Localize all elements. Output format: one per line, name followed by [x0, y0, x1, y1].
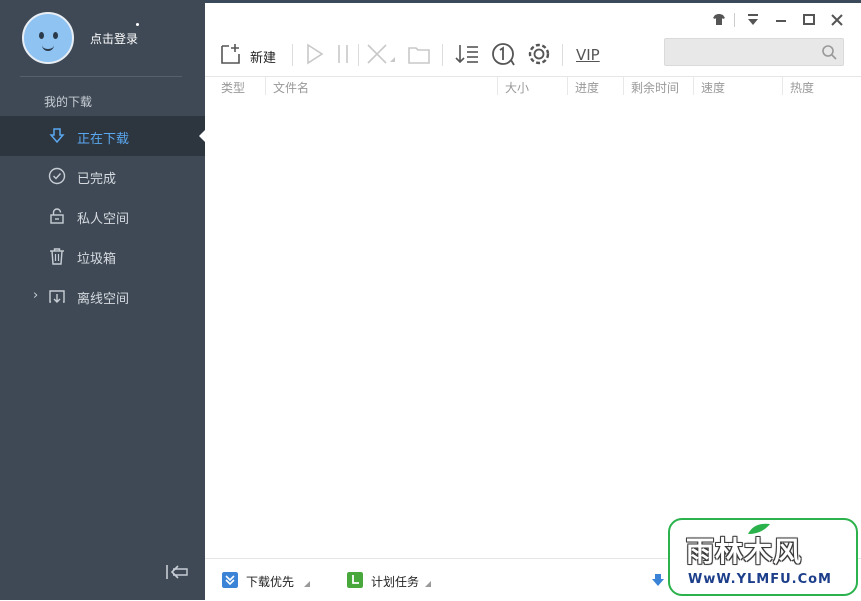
vip-button[interactable]: VIP — [575, 40, 605, 68]
folder-icon[interactable] — [406, 40, 432, 68]
column-header-filename[interactable]: 文件名 — [273, 79, 309, 96]
sidebar-item-label: 正在下载 — [77, 132, 130, 147]
search-input[interactable] — [671, 43, 815, 63]
avatar-mouth — [42, 44, 54, 51]
new-file-icon — [221, 44, 240, 64]
menu-dropdown-icon[interactable] — [743, 10, 763, 30]
avatar-eye-right — [53, 32, 58, 39]
start-play-icon[interactable] — [303, 40, 327, 68]
download-priority-icon — [222, 572, 238, 588]
watermark-title: 雨林木风 — [686, 535, 803, 568]
toolbar-divider — [442, 44, 443, 66]
control-divider — [734, 13, 735, 27]
column-header-type[interactable]: 类型 — [221, 79, 245, 96]
login-link[interactable]: 点击登录 — [90, 30, 138, 47]
sidebar-item-label: 离线空间 — [77, 292, 130, 307]
collapse-sidebar-icon[interactable] — [164, 562, 190, 582]
close-icon[interactable] — [827, 10, 847, 30]
notification-dot — [136, 23, 139, 26]
task-list-area[interactable] — [205, 97, 861, 557]
column-divider[interactable] — [265, 77, 266, 95]
watermark-logo: 雨林木风 WwW.YLMFU.CoM — [668, 518, 858, 596]
download-priority-label[interactable]: 下载优先 — [246, 573, 294, 590]
download-speed-arrow-icon — [652, 574, 664, 586]
sidebar-item-label: 已完成 — [77, 172, 117, 187]
delete-x-icon[interactable] — [364, 40, 398, 68]
check-circle-icon — [48, 167, 66, 185]
priority-dropdown-icon[interactable] — [304, 581, 310, 587]
column-divider[interactable] — [497, 77, 498, 95]
vip-label: VIP — [576, 46, 600, 64]
column-divider[interactable] — [567, 77, 568, 95]
avatar[interactable] — [22, 12, 74, 64]
sidebar-item-private[interactable]: 私人空间 — [0, 196, 205, 236]
skin-shirt-icon[interactable] — [709, 10, 729, 30]
sidebar-divider — [20, 76, 182, 77]
column-header-remaining[interactable]: 剩余时间 — [631, 79, 679, 96]
sidebar-item-downloading[interactable]: 正在下载 — [0, 116, 206, 156]
schedule-task-label[interactable]: 计划任务 — [371, 573, 419, 590]
sidebar: 点击登录 我的下载 正在下载 已完成 私人空间 垃圾箱 › 离线空间 — [0, 0, 206, 600]
minimize-icon[interactable] — [771, 10, 791, 30]
toolbar-divider — [292, 44, 293, 66]
toolbar-divider — [358, 44, 359, 66]
sort-list-icon[interactable] — [453, 40, 481, 68]
watermark-url: WwW.YLMFU.CoM — [688, 572, 832, 587]
sidebar-item-label: 私人空间 — [77, 212, 130, 227]
new-task-label: 新建 — [250, 51, 277, 66]
toolbar-divider — [562, 44, 563, 66]
lock-icon — [50, 208, 64, 224]
column-divider[interactable] — [693, 77, 694, 95]
column-header-size[interactable]: 大小 — [505, 79, 529, 96]
trash-icon — [50, 248, 64, 265]
cloud-download-icon — [49, 290, 65, 303]
window-controls — [709, 10, 849, 30]
column-header-heat[interactable]: 热度 — [790, 79, 814, 96]
table-header: 类型 文件名 大小 进度 剩余时间 速度 热度 — [205, 76, 861, 97]
search-box[interactable] — [664, 38, 844, 66]
pause-icon[interactable] — [333, 40, 353, 68]
column-header-progress[interactable]: 进度 — [575, 79, 599, 96]
sidebar-item-label: 垃圾箱 — [77, 252, 117, 267]
column-divider[interactable] — [782, 77, 783, 95]
chevron-right-icon[interactable]: › — [33, 288, 38, 303]
settings-gear-icon[interactable] — [525, 40, 553, 68]
new-task-button[interactable]: 新建 — [219, 40, 289, 68]
download-arrow-icon — [49, 128, 65, 144]
column-divider[interactable] — [623, 77, 624, 95]
avatar-eye-left — [39, 32, 44, 39]
sidebar-item-trash[interactable]: 垃圾箱 — [0, 236, 205, 276]
speed-limit-icon[interactable] — [489, 40, 517, 68]
sidebar-item-offline[interactable]: › 离线空间 — [0, 276, 205, 316]
schedule-task-icon — [347, 572, 363, 588]
maximize-icon[interactable] — [799, 10, 819, 30]
section-label: 我的下载 — [44, 95, 93, 109]
column-header-speed[interactable]: 速度 — [701, 79, 725, 96]
schedule-dropdown-icon[interactable] — [425, 581, 431, 587]
sidebar-item-completed[interactable]: 已完成 — [0, 156, 205, 196]
search-icon[interactable] — [821, 44, 837, 60]
